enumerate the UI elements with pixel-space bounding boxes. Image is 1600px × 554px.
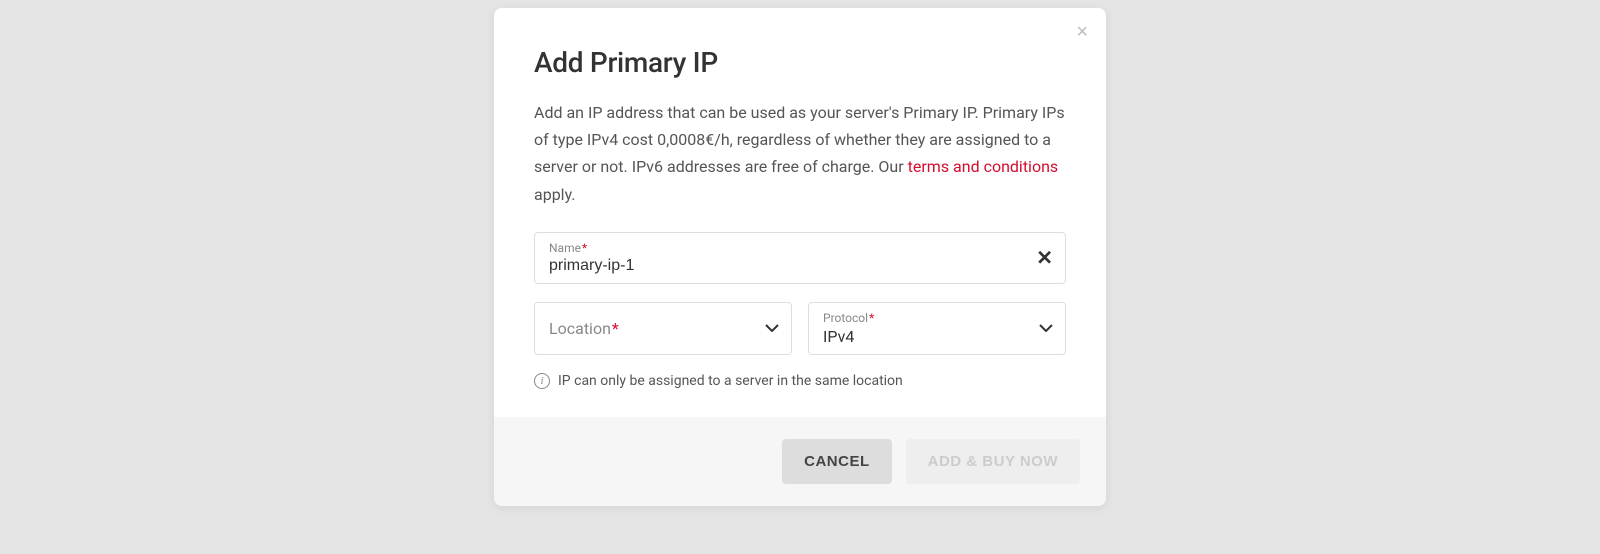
protocol-value: IPv4 [823, 327, 1051, 346]
protocol-label-text: Protocol [823, 311, 868, 325]
close-icon[interactable]: × [1076, 22, 1088, 42]
clear-name-icon[interactable]: ✕ [1036, 245, 1053, 270]
modal-body: Add Primary IP Add an IP address that ca… [494, 8, 1106, 417]
name-field-container[interactable]: Name* ✕ [534, 232, 1066, 284]
description-text-post: apply. [534, 185, 576, 204]
chevron-down-icon [765, 324, 779, 332]
chevron-down-icon [1039, 324, 1053, 332]
location-select[interactable]: Location* [534, 302, 792, 355]
info-row: i IP can only be assigned to a server in… [534, 373, 1066, 389]
name-input[interactable] [549, 257, 1051, 275]
protocol-select[interactable]: Protocol* IPv4 [808, 302, 1066, 355]
info-icon: i [534, 373, 550, 389]
field-row: Location* Protocol* IPv4 [534, 302, 1066, 355]
add-primary-ip-modal: × Add Primary IP Add an IP address that … [494, 8, 1106, 506]
name-label: Name* [549, 241, 1051, 255]
cancel-button[interactable]: Cancel [782, 439, 892, 484]
modal-description: Add an IP address that can be used as yo… [534, 99, 1066, 208]
terms-link[interactable]: terms and conditions [908, 157, 1059, 176]
modal-title: Add Primary IP [534, 46, 1066, 79]
protocol-label: Protocol* [823, 311, 1051, 325]
location-label-text: Location [549, 319, 611, 338]
location-label: Location* [549, 319, 777, 338]
info-text: IP can only be assigned to a server in t… [558, 373, 903, 389]
required-asterisk: * [612, 319, 619, 338]
required-asterisk: * [869, 311, 874, 325]
required-asterisk: * [582, 241, 587, 255]
name-label-text: Name [549, 241, 581, 255]
add-buy-now-button[interactable]: Add & Buy now [906, 439, 1080, 484]
modal-footer: Cancel Add & Buy now [494, 417, 1106, 506]
